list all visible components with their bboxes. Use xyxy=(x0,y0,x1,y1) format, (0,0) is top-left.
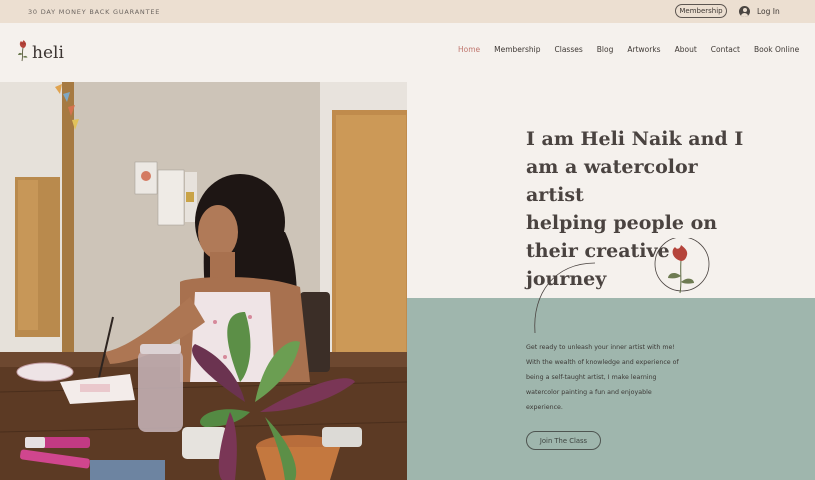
hero-intro-text: Get ready to unleash your inner artist w… xyxy=(526,340,701,415)
login-label: Log In xyxy=(757,6,780,16)
nav-item-about[interactable]: About xyxy=(675,45,697,54)
nav-item-blog[interactable]: Blog xyxy=(597,45,614,54)
rose-decoration-icon xyxy=(534,238,710,334)
hero-photo xyxy=(0,82,407,480)
nav-item-membership[interactable]: Membership xyxy=(494,45,540,54)
promo-text: 30 DAY MONEY BACK GUARANTEE xyxy=(28,8,161,16)
headline-line: helping people on xyxy=(526,212,718,234)
nav-item-home[interactable]: Home xyxy=(458,45,480,54)
nav-item-book-online[interactable]: Book Online xyxy=(754,45,799,54)
rose-logo-icon xyxy=(18,40,28,62)
login-button[interactable]: Log In xyxy=(739,4,780,18)
nav-item-contact[interactable]: Contact xyxy=(711,45,740,54)
user-avatar-icon xyxy=(739,5,750,17)
headline-line: I am Heli Naik and I xyxy=(526,128,744,150)
brand-name: heli xyxy=(32,43,64,63)
headline-line: am a watercolor artist xyxy=(526,156,698,206)
intro-line: Get ready to unleash your inner artist w… xyxy=(526,344,675,351)
site-header: heli Home Membership Classes Blog Artwor… xyxy=(0,23,815,82)
membership-pill-button[interactable]: Membership xyxy=(675,4,727,18)
join-class-button[interactable]: Join The Class xyxy=(526,431,601,450)
artist-painting-illustration xyxy=(0,82,407,480)
nav-item-artworks[interactable]: Artworks xyxy=(627,45,660,54)
main-nav: Home Membership Classes Blog Artworks Ab… xyxy=(458,45,813,54)
intro-line: being a self-taught artist, I make learn… xyxy=(526,374,657,381)
nav-item-classes[interactable]: Classes xyxy=(555,45,583,54)
intro-line: With the wealth of knowledge and experie… xyxy=(526,359,679,366)
intro-line: experience. xyxy=(526,404,563,411)
announcement-bar: 30 DAY MONEY BACK GUARANTEE Membership L… xyxy=(0,0,815,23)
intro-line: watercolor painting a fun and enjoyable xyxy=(526,389,652,396)
site-logo[interactable]: heli xyxy=(17,38,64,62)
